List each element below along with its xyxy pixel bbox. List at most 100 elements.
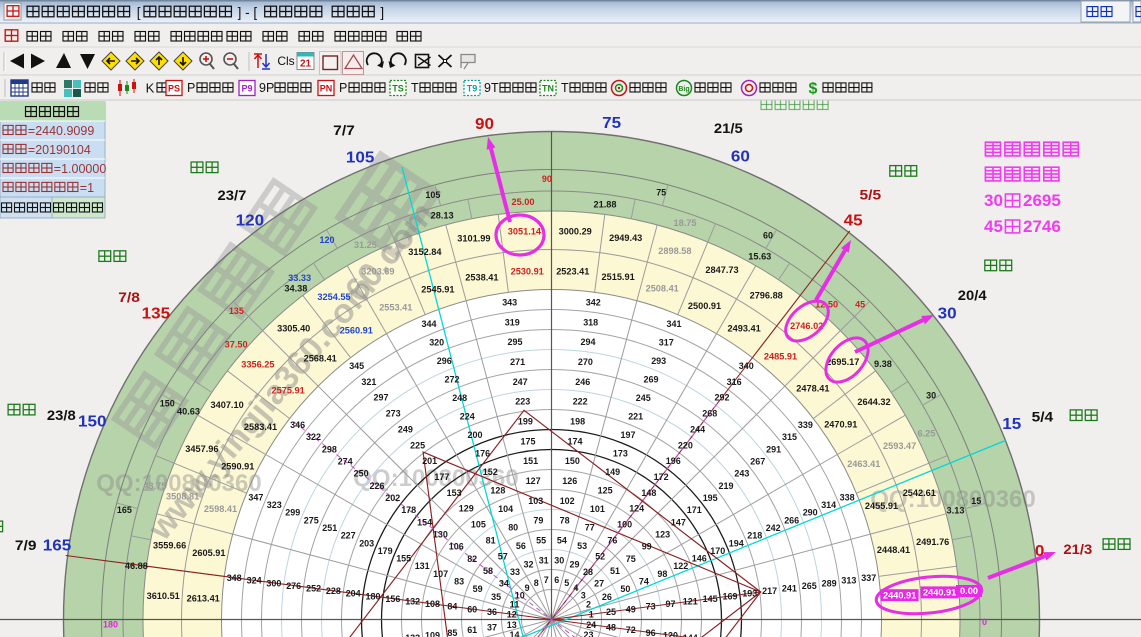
svg-text:3254.55: 3254.55 [317, 292, 350, 302]
svg-text:$: $ [809, 81, 818, 98]
svg-text:243: 243 [734, 469, 749, 479]
svg-text:53: 53 [577, 541, 587, 551]
svg-text:77: 77 [585, 522, 595, 532]
svg-text:2440.91: 2440.91 [883, 590, 916, 600]
svg-text:318: 318 [583, 317, 598, 327]
svg-text:149: 149 [605, 467, 620, 477]
svg-text:102: 102 [560, 496, 575, 506]
svg-text:2746: 2746 [1023, 217, 1061, 236]
svg-text:3203.69: 3203.69 [361, 267, 394, 277]
svg-text:27: 27 [594, 578, 604, 588]
svg-text:147: 147 [671, 517, 686, 527]
svg-text:228: 228 [326, 586, 341, 596]
svg-text:15: 15 [971, 496, 981, 506]
svg-text:272: 272 [445, 375, 460, 385]
svg-text:0: 0 [982, 617, 987, 627]
svg-text:54: 54 [557, 536, 567, 546]
svg-text:105: 105 [346, 150, 375, 167]
svg-text:150: 150 [565, 456, 580, 466]
svg-text:2695.17: 2695.17 [826, 357, 859, 367]
svg-text:173: 173 [613, 449, 628, 459]
svg-text:50: 50 [620, 584, 630, 594]
svg-text:337: 337 [861, 573, 876, 583]
svg-text:P9: P9 [241, 84, 252, 94]
svg-text:242: 242 [766, 523, 781, 533]
svg-text:241: 241 [782, 584, 797, 594]
svg-text:293: 293 [651, 356, 666, 366]
svg-text:7/8: 7/8 [118, 290, 140, 305]
svg-text:76: 76 [607, 536, 617, 546]
svg-text:90: 90 [542, 174, 552, 184]
svg-text:90: 90 [475, 116, 494, 133]
svg-text:201: 201 [422, 456, 437, 466]
svg-text:2515.91: 2515.91 [601, 272, 634, 282]
svg-text:2493.41: 2493.41 [727, 324, 760, 334]
svg-text:33: 33 [510, 567, 520, 577]
svg-text:345: 345 [349, 361, 364, 371]
svg-text:313: 313 [841, 576, 856, 586]
svg-text:126: 126 [562, 476, 577, 486]
svg-text:203: 203 [359, 538, 374, 548]
svg-text:129: 129 [459, 504, 474, 514]
svg-text:21.88: 21.88 [594, 200, 617, 210]
svg-text:4: 4 [573, 583, 578, 593]
svg-text:36: 36 [487, 607, 497, 617]
svg-text:319: 319 [505, 317, 520, 327]
svg-text:180: 180 [103, 619, 118, 629]
svg-text:Cls: Cls [277, 54, 294, 68]
svg-text:133: 133 [405, 633, 420, 637]
svg-text:315: 315 [782, 432, 797, 442]
svg-text:59: 59 [473, 584, 483, 594]
svg-text:13: 13 [507, 620, 517, 630]
svg-text:107: 107 [433, 569, 448, 579]
svg-text:177: 177 [434, 472, 449, 482]
svg-text:294: 294 [581, 337, 596, 347]
svg-text:7: 7 [544, 575, 549, 585]
svg-text:58: 58 [483, 566, 493, 576]
svg-text:122: 122 [673, 561, 688, 571]
svg-text:103: 103 [528, 496, 543, 506]
svg-text:14: 14 [510, 630, 520, 637]
svg-text:131: 131 [415, 561, 430, 571]
svg-text:23/8: 23/8 [47, 408, 76, 423]
svg-text:291: 291 [766, 444, 781, 454]
svg-text:9T: 9T [484, 81, 499, 95]
svg-text:218: 218 [747, 531, 762, 541]
svg-text:96: 96 [646, 628, 656, 637]
svg-text:223: 223 [515, 397, 530, 407]
svg-text:78: 78 [560, 516, 570, 526]
svg-text:PN: PN [320, 84, 333, 94]
svg-text:34: 34 [499, 578, 509, 588]
svg-text:268: 268 [702, 409, 717, 419]
svg-text:23/7: 23/7 [218, 188, 247, 203]
svg-text:2542.61: 2542.61 [903, 488, 936, 498]
svg-text:289: 289 [822, 578, 837, 588]
svg-text:2500.91: 2500.91 [688, 301, 721, 311]
svg-text:45: 45 [844, 213, 863, 230]
svg-text:7/9: 7/9 [15, 538, 37, 553]
svg-text:270: 270 [578, 357, 593, 367]
svg-text:46.88: 46.88 [125, 561, 148, 571]
svg-text:29: 29 [570, 559, 580, 569]
svg-text:195: 195 [703, 493, 718, 503]
svg-text:40.63: 40.63 [177, 406, 200, 416]
svg-text:28: 28 [583, 567, 593, 577]
svg-text:297: 297 [374, 393, 389, 403]
svg-text:25: 25 [606, 607, 616, 617]
svg-text:299: 299 [285, 508, 300, 518]
svg-text:197: 197 [621, 430, 636, 440]
svg-text:244: 244 [690, 424, 705, 434]
svg-text:P: P [339, 81, 347, 95]
svg-text:2523.41: 2523.41 [556, 266, 589, 276]
svg-text:204: 204 [346, 589, 361, 599]
svg-text:20/4: 20/4 [958, 288, 987, 303]
svg-text:120: 120 [663, 631, 678, 637]
svg-text:2568.41: 2568.41 [304, 353, 337, 363]
svg-text:2575.91: 2575.91 [271, 386, 304, 396]
svg-text:6: 6 [554, 575, 559, 585]
svg-text:T: T [561, 81, 569, 95]
svg-text:179: 179 [378, 546, 393, 556]
svg-text:3000.29: 3000.29 [559, 226, 592, 236]
svg-text:37.50: 37.50 [225, 340, 248, 350]
svg-text:3.13: 3.13 [947, 505, 965, 515]
